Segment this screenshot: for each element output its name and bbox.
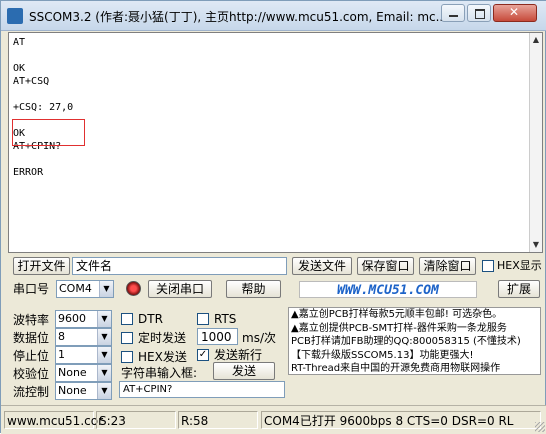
terminal-line: AT+CPIN? <box>13 141 62 152</box>
app-icon <box>7 8 23 24</box>
flow-value: None <box>58 384 87 397</box>
parity-label: 校验位 <box>13 367 50 381</box>
send-input[interactable]: AT+CPIN? <box>119 381 285 398</box>
app-window: SSCOM3.2 (作者:聂小猛(丁丁), 主页http://www.mcu51… <box>0 0 546 434</box>
interval-input[interactable]: 1000 <box>197 328 238 345</box>
dropdown-arrow-icon: ▼ <box>97 365 111 381</box>
ad-line[interactable]: PCB打样请加FB助理的QQ:800058315 (不懂技术) <box>291 335 540 349</box>
receive-area[interactable]: AT OK AT+CSQ +CSQ: 27,0 OK AT+CPIN? ERRO… <box>8 32 543 253</box>
port-label: 串口号 <box>13 282 50 296</box>
databits-label: 数据位 <box>13 331 50 345</box>
interval-unit-label: ms/次 <box>242 331 276 345</box>
filename-input[interactable]: 文件名 <box>72 257 287 275</box>
input-label: 字符串输入框: <box>121 366 198 380</box>
send-newline-checkbox[interactable]: ✓ <box>197 349 209 361</box>
rts-label: RTS <box>214 312 237 326</box>
maximize-button[interactable] <box>467 4 491 22</box>
resize-grip-icon[interactable] <box>535 422 545 432</box>
terminal-line: OK <box>13 128 26 139</box>
title-bar[interactable]: SSCOM3.2 (作者:聂小猛(丁丁), 主页http://www.mcu51… <box>1 1 546 31</box>
status-sent-count: S:23 <box>96 411 176 429</box>
terminal-line: OK <box>13 63 26 74</box>
send-newline-label: 发送新行 <box>214 348 263 362</box>
close-port-button[interactable]: 关闭串口 <box>148 280 212 298</box>
clear-window-button[interactable]: 清除窗口 <box>419 257 476 275</box>
ad-line[interactable]: ▲嘉立创提供PCB-SMT打样-器件采购一条龙服务 <box>291 322 540 336</box>
terminal-line: AT+CSQ <box>13 76 50 87</box>
hex-display-checkbox[interactable] <box>482 260 494 272</box>
port-status-led-icon <box>126 281 141 296</box>
dropdown-arrow-icon: ▼ <box>97 383 111 399</box>
stopbits-select[interactable]: 1 ▼ <box>55 346 112 364</box>
status-website[interactable]: www.mcu51.cor <box>4 411 103 429</box>
expand-button[interactable]: 扩展 <box>498 280 540 298</box>
minimize-button[interactable] <box>441 4 465 22</box>
hex-send-checkbox[interactable] <box>121 351 133 363</box>
dropdown-arrow-icon: ▼ <box>97 329 111 345</box>
flow-select[interactable]: None ▼ <box>55 382 112 400</box>
help-button[interactable]: 帮助 <box>226 280 281 298</box>
status-received-count: R:58 <box>178 411 258 429</box>
baud-label: 波特率 <box>13 313 50 327</box>
databits-value: 8 <box>58 330 65 343</box>
open-file-button[interactable]: 打开文件 <box>13 257 70 275</box>
terminal-line: ERROR <box>13 167 44 178</box>
hex-send-label: HEX发送 <box>138 350 187 364</box>
timed-send-label: 定时发送 <box>138 331 187 345</box>
ad-line[interactable]: 【下载升级版SSCOM5.13】功能更强大! <box>291 349 540 363</box>
ad-panel: ▲嘉立创PCB打样每款5元顺丰包邮! 可选杂色。 ▲嘉立创提供PCB-SMT打样… <box>288 307 541 375</box>
window-title: SSCOM3.2 (作者:聂小猛(丁丁), 主页http://www.mcu51… <box>29 10 444 24</box>
vertical-scrollbar[interactable]: ▲ ▼ <box>529 33 542 252</box>
terminal-line: AT <box>13 37 26 48</box>
parity-select[interactable]: None ▼ <box>55 364 112 382</box>
hex-display-label: HEX显示 <box>497 259 542 272</box>
stopbits-value: 1 <box>58 348 65 361</box>
scroll-down-icon[interactable]: ▼ <box>530 238 542 252</box>
highlight-box <box>12 119 85 146</box>
port-value: COM4 <box>59 282 92 295</box>
parity-value: None <box>58 366 87 379</box>
stopbits-label: 停止位 <box>13 349 50 363</box>
status-port-info: COM4已打开 9600bps 8 CTS=0 DSR=0 RL <box>261 411 541 429</box>
rts-checkbox[interactable] <box>197 313 209 325</box>
ad-line[interactable]: ▲嘉立创PCB打样每款5元顺丰包邮! 可选杂色。 <box>291 308 540 322</box>
dtr-checkbox[interactable] <box>121 313 133 325</box>
databits-select[interactable]: 8 ▼ <box>55 328 112 346</box>
port-select[interactable]: COM4 ▼ <box>56 280 114 298</box>
dropdown-arrow-icon: ▼ <box>99 281 113 297</box>
timed-send-checkbox[interactable] <box>121 332 133 344</box>
flow-label: 流控制 <box>13 385 50 399</box>
close-button[interactable] <box>493 4 537 22</box>
baud-select[interactable]: 9600 ▼ <box>55 310 112 328</box>
dtr-label: DTR <box>138 312 163 326</box>
scroll-up-icon[interactable]: ▲ <box>530 33 542 47</box>
dropdown-arrow-icon: ▼ <box>97 347 111 363</box>
ad-line[interactable]: RT-Thread来自中国的开源免费商用物联网操作 <box>291 362 540 374</box>
terminal-line: +CSQ: 27,0 <box>13 102 74 113</box>
baud-value: 9600 <box>58 312 86 325</box>
mcu51-logo: WWW.MCU51.COM <box>299 281 477 298</box>
send-button[interactable]: 发送 <box>213 362 275 380</box>
save-window-button[interactable]: 保存窗口 <box>357 257 414 275</box>
status-bar: www.mcu51.cor S:23 R:58 COM4已打开 9600bps … <box>1 405 546 434</box>
send-file-button[interactable]: 发送文件 <box>292 257 352 275</box>
dropdown-arrow-icon: ▼ <box>97 311 111 327</box>
